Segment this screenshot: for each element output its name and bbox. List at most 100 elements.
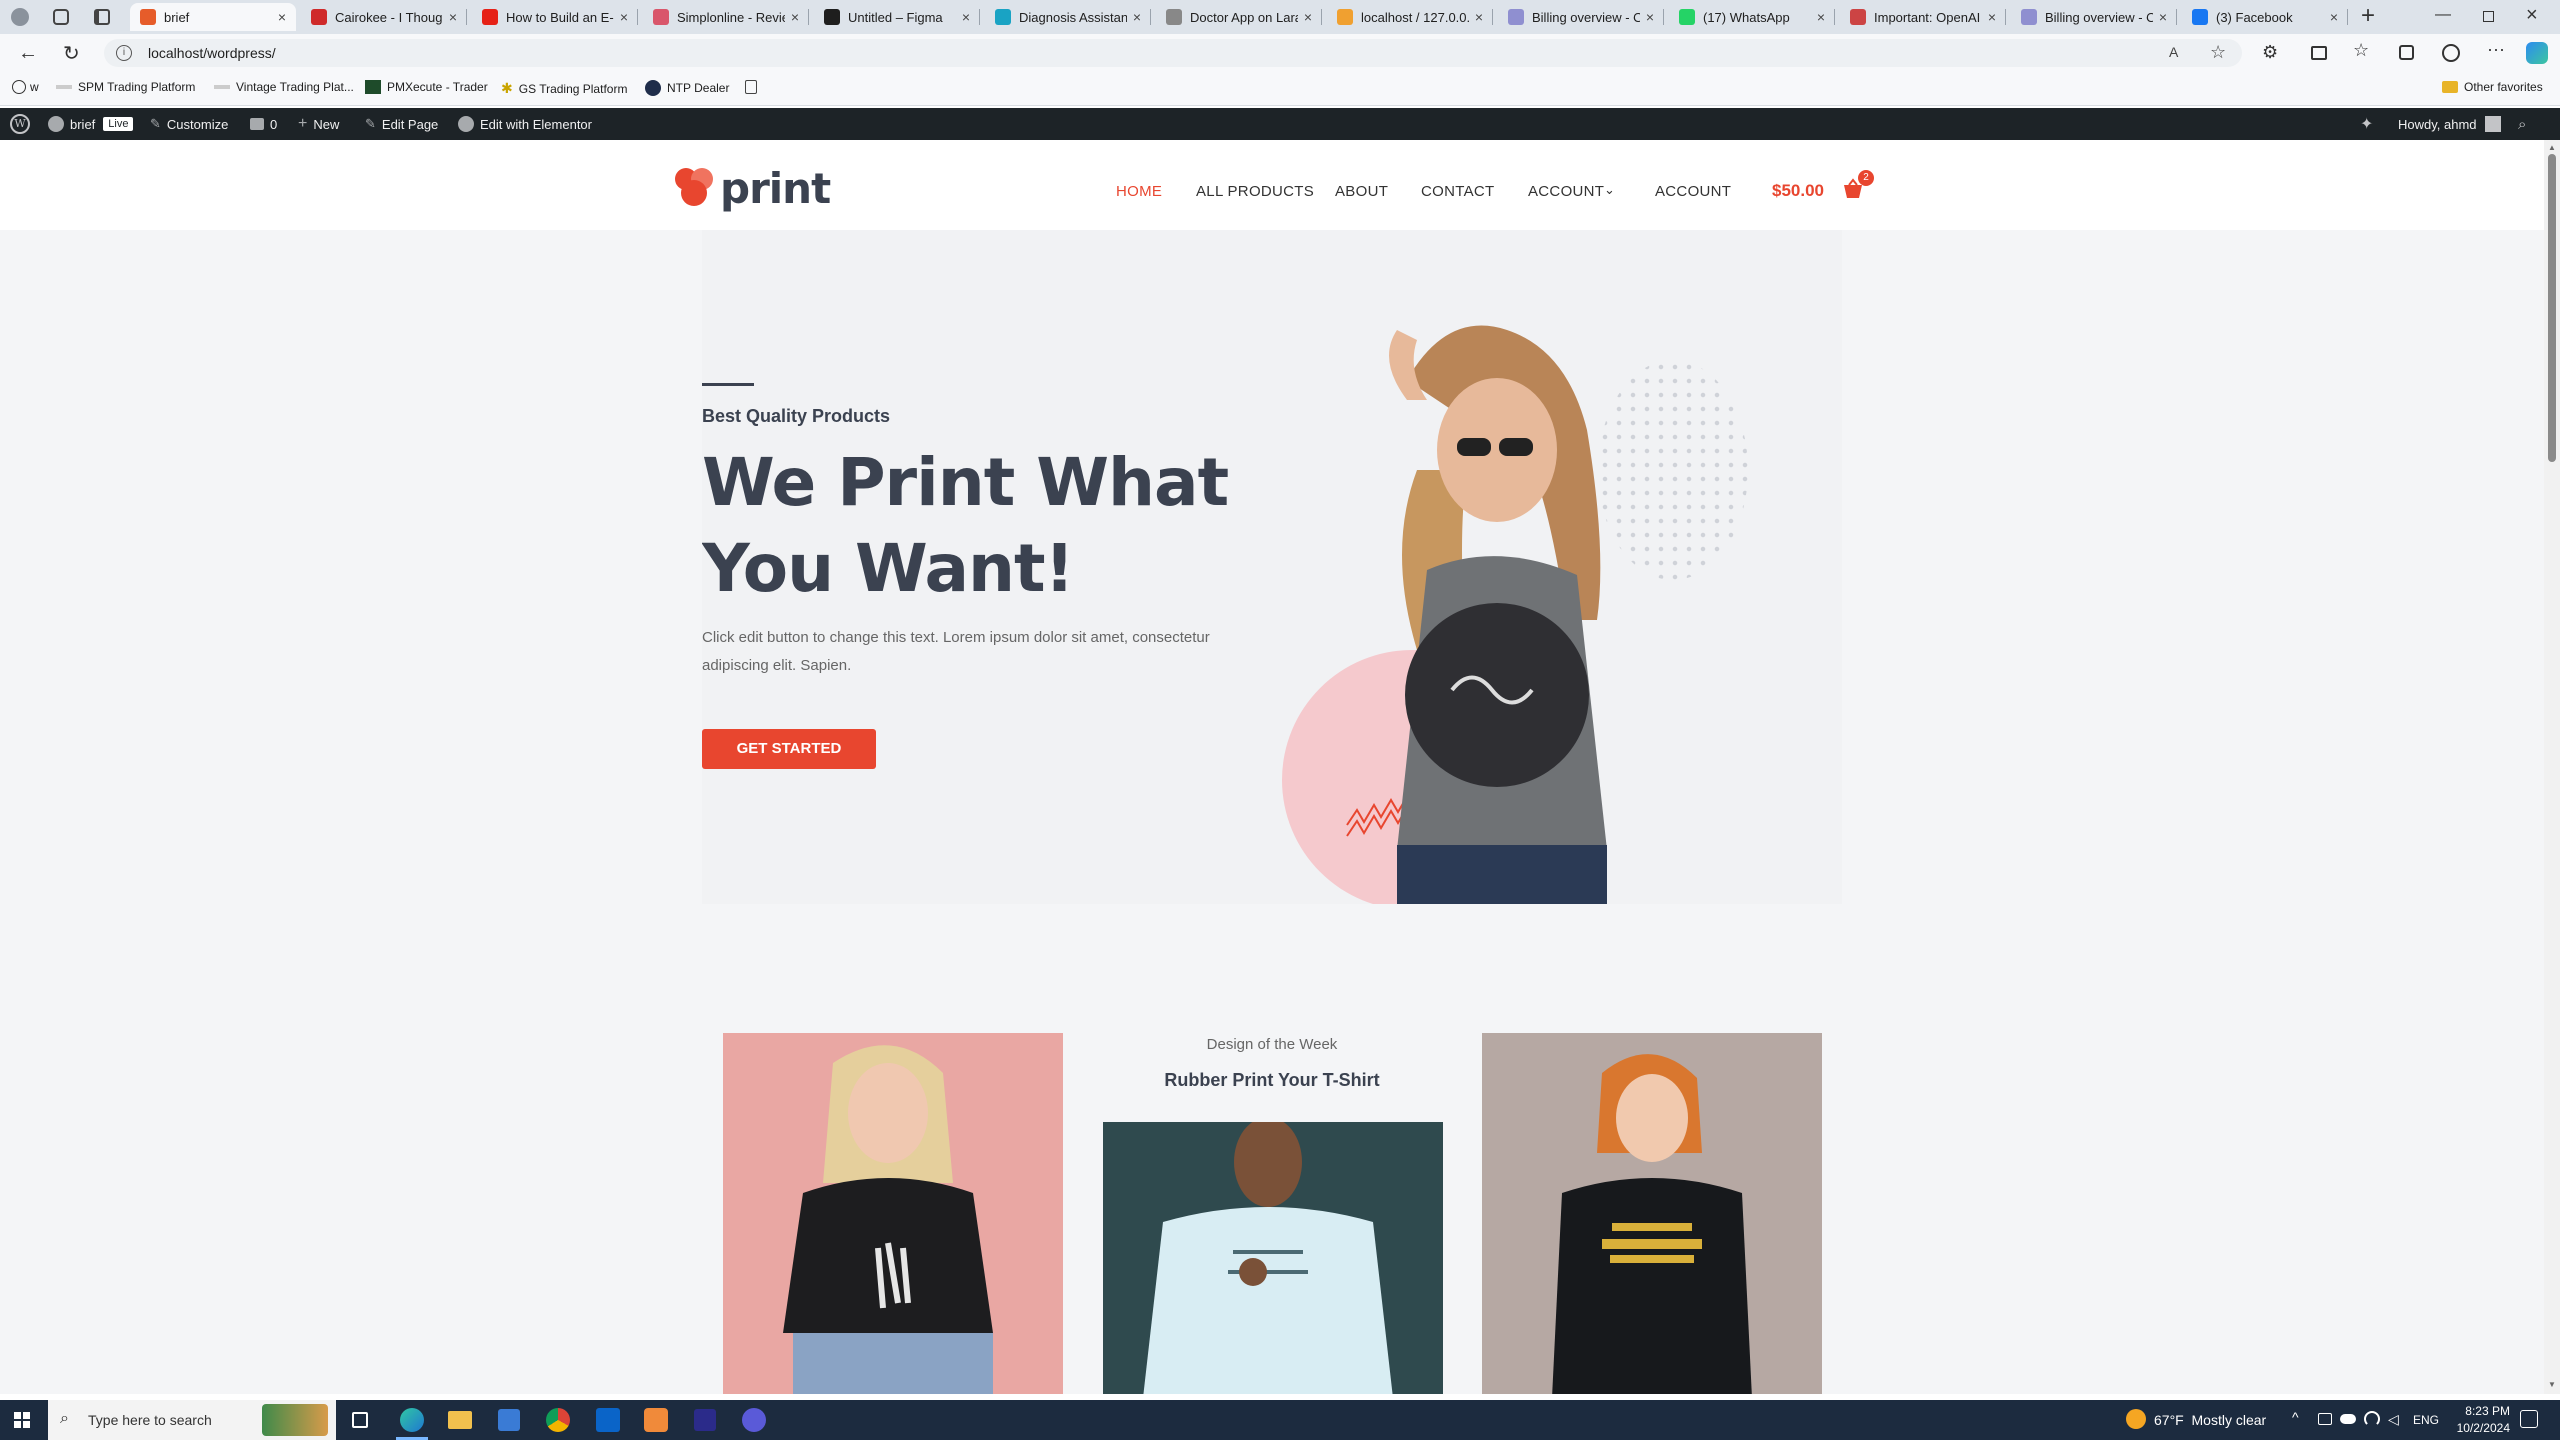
product-image-skeleton-tee[interactable]	[723, 1033, 1063, 1394]
start-button[interactable]	[14, 1412, 30, 1428]
copilot-icon[interactable]	[2526, 42, 2548, 64]
wordpress-logo-icon[interactable]: W	[10, 108, 30, 140]
tab-close-icon[interactable]: ×	[620, 9, 628, 25]
browser-tab[interactable]: Important: OpenAI A ×	[1840, 3, 2006, 31]
chevron-down-icon[interactable]: ⌄	[1604, 182, 1615, 198]
browser-tab[interactable]: Simplonline - Review ×	[643, 3, 809, 31]
get-started-button[interactable]: GET STARTED	[702, 729, 876, 769]
browser-tab[interactable]: brief ×	[130, 3, 296, 31]
tray-language[interactable]: ENG	[2413, 1413, 2439, 1427]
minimize-button[interactable]: —	[2435, 6, 2451, 24]
nav-account[interactable]: ACCOUNT	[1655, 183, 1731, 200]
restore-button[interactable]	[2483, 11, 2494, 22]
nav-all-products[interactable]: ALL PRODUCTS	[1196, 183, 1314, 200]
tab-close-icon[interactable]: ×	[1988, 9, 1996, 25]
tray-clock[interactable]: 8:23 PM 10/2/2024	[2448, 1403, 2510, 1437]
bookmark-pmxecute[interactable]: PMXecute - Trader	[365, 80, 488, 94]
notification-icon[interactable]	[2520, 1410, 2538, 1428]
tab-close-icon[interactable]: ×	[1133, 9, 1141, 25]
browser-tab[interactable]: Billing overview - Op ×	[1498, 3, 1664, 31]
refresh-icon[interactable]: ↻	[63, 41, 80, 66]
tab-close-icon[interactable]: ×	[278, 9, 286, 25]
address-bar[interactable]: i localhost/wordpress/ A ☆	[104, 39, 2242, 67]
wp-edit-page[interactable]: ✎ Edit Page	[365, 108, 438, 140]
browser-essentials-icon[interactable]	[2442, 44, 2460, 62]
tab-close-icon[interactable]: ×	[1817, 9, 1825, 25]
browser-tab[interactable]: Billing overview - Op ×	[2011, 3, 2177, 31]
terminal-icon[interactable]	[694, 1409, 716, 1431]
tab-close-icon[interactable]: ×	[449, 9, 457, 25]
teams-icon[interactable]	[742, 1408, 766, 1432]
scroll-up-icon[interactable]: ▲	[2548, 143, 2556, 152]
tab-close-icon[interactable]: ×	[2330, 9, 2338, 25]
back-icon[interactable]: ←	[18, 42, 38, 65]
browser-tab[interactable]: Diagnosis Assistant ×	[985, 3, 1151, 31]
file-explorer-icon[interactable]	[448, 1411, 472, 1429]
sublime-icon[interactable]	[644, 1408, 668, 1432]
store-icon[interactable]	[498, 1409, 520, 1431]
url-text[interactable]: localhost/wordpress/	[148, 45, 276, 61]
browser-tab[interactable]: localhost / 127.0.0.1 ×	[1327, 3, 1493, 31]
bookmark-spm[interactable]: SPM Trading Platform	[56, 80, 195, 94]
close-window-button[interactable]: ×	[2526, 4, 2538, 27]
product-image-white-tee[interactable]	[1103, 1122, 1443, 1394]
tray-cloud-icon[interactable]	[2340, 1414, 2356, 1424]
wp-comments[interactable]: 0	[250, 108, 277, 140]
wp-new[interactable]: + New	[298, 108, 339, 140]
browser-tab[interactable]: Untitled – Figma ×	[814, 3, 980, 31]
site-info-icon[interactable]: i	[116, 45, 132, 61]
favorite-star-icon[interactable]: ☆	[2210, 42, 2226, 63]
chrome-icon[interactable]	[546, 1408, 570, 1432]
outlook-icon[interactable]	[596, 1408, 620, 1432]
tab-close-icon[interactable]: ×	[962, 9, 970, 25]
browser-tab[interactable]: (3) Facebook ×	[2182, 3, 2348, 31]
wp-site-name[interactable]: brief Live	[48, 108, 134, 140]
site-logo[interactable]: print	[672, 164, 831, 213]
wp-ai-icon[interactable]: ✦	[2360, 108, 2373, 140]
bookmark-w[interactable]: w	[12, 80, 39, 94]
product-image-black-tee[interactable]	[1482, 1033, 1822, 1394]
cart-total[interactable]: $50.00	[1772, 181, 1824, 201]
settings-more-icon[interactable]: ···	[2487, 39, 2505, 60]
page-scrollbar[interactable]: ▲ ▼	[2544, 140, 2560, 1394]
tab-close-icon[interactable]: ×	[1475, 9, 1483, 25]
tray-wifi-icon[interactable]	[2364, 1411, 2380, 1427]
wp-account[interactable]: Howdy, ahmd	[2398, 108, 2501, 140]
browser-tab[interactable]: Doctor App on Larav ×	[1156, 3, 1322, 31]
taskbar-search-box[interactable]: ⌕ Type here to search	[48, 1400, 336, 1440]
bookmark-ntp[interactable]: NTP Dealer	[645, 80, 729, 96]
nav-contact[interactable]: CONTACT	[1421, 183, 1494, 200]
workspaces-icon[interactable]	[53, 9, 69, 25]
bookmark-page-icon[interactable]	[745, 80, 757, 94]
browser-tab[interactable]: How to Build an E-C ×	[472, 3, 638, 31]
tab-close-icon[interactable]: ×	[1646, 9, 1654, 25]
bookmark-vintage[interactable]: Vintage Trading Plat...	[214, 80, 354, 94]
weather-text[interactable]: 67°F Mostly clear	[2154, 1412, 2266, 1428]
scroll-down-icon[interactable]: ▼	[2548, 1380, 2556, 1389]
wp-edit-elementor[interactable]: Edit with Elementor	[458, 108, 592, 140]
favorites-icon[interactable]: ☆	[2353, 40, 2369, 61]
wp-customize[interactable]: ✎ Customize	[150, 108, 228, 140]
new-tab-button[interactable]: +	[2355, 4, 2381, 30]
nav-home[interactable]: HOME	[1116, 183, 1162, 200]
nav-account-dropdown[interactable]: ACCOUNT	[1528, 183, 1604, 200]
task-view-icon[interactable]	[352, 1412, 368, 1428]
profile-icon[interactable]	[11, 8, 29, 26]
vertical-tabs-icon[interactable]	[94, 9, 110, 25]
tray-network-icon[interactable]	[2318, 1413, 2332, 1425]
tray-volume-icon[interactable]: ◁	[2388, 1411, 2399, 1428]
bookmark-gs[interactable]: ✱ GS Trading Platform	[501, 80, 627, 97]
scrollbar-thumb[interactable]	[2548, 154, 2556, 462]
wp-search-icon[interactable]: ⌕	[2518, 108, 2526, 140]
extensions-icon[interactable]: ⚙	[2262, 42, 2278, 63]
tray-chevron-icon[interactable]: ^	[2292, 1409, 2299, 1425]
collections-icon[interactable]	[2399, 45, 2414, 60]
edge-taskbar-icon[interactable]	[400, 1408, 424, 1432]
split-screen-icon[interactable]	[2311, 46, 2327, 60]
read-aloud-icon[interactable]: A	[2169, 44, 2178, 60]
browser-tab[interactable]: Cairokee - I Thought ×	[301, 3, 467, 31]
tab-close-icon[interactable]: ×	[791, 9, 799, 25]
nav-about[interactable]: ABOUT	[1335, 183, 1388, 200]
other-favorites[interactable]: Other favorites	[2442, 80, 2543, 94]
browser-tab[interactable]: (17) WhatsApp ×	[1669, 3, 1835, 31]
